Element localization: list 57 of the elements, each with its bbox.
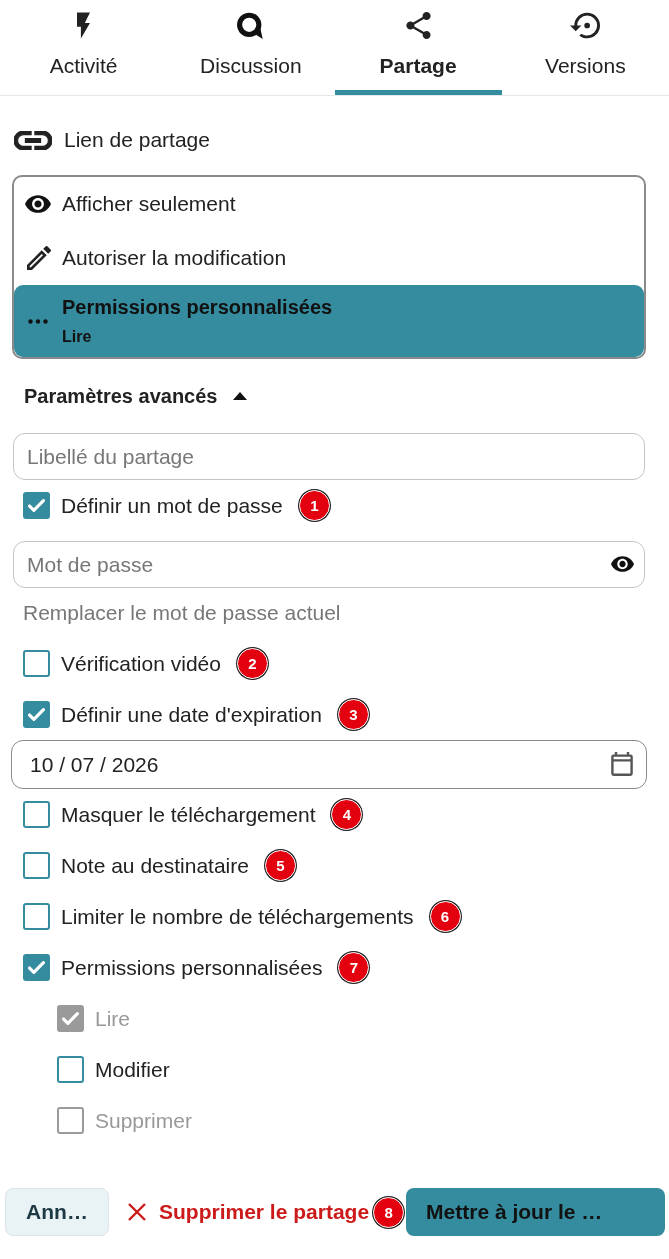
section-title: Lien de partage (64, 128, 210, 152)
checkbox[interactable] (23, 801, 50, 828)
checkbox[interactable] (23, 903, 50, 930)
checkbox[interactable] (57, 1056, 84, 1083)
checkmark-icon (28, 499, 45, 512)
hint-text: Remplacer le mot de passe actuel (23, 601, 341, 625)
checkbox-label: Vérification vidéo (61, 651, 221, 676)
checkbox-label: Définir une date d'expiration (61, 702, 322, 727)
checkmark-icon (28, 708, 45, 721)
tab[interactable]: Versions (501, 0, 669, 95)
delete-share-button[interactable]: Supprimer le partage (128, 1200, 370, 1224)
checkbox[interactable] (23, 954, 50, 981)
checkbox-label: Définir un mot de passe (61, 493, 283, 518)
checkbox[interactable] (23, 701, 50, 728)
tab[interactable]: Discussion (167, 0, 335, 95)
pencil-icon (27, 246, 51, 270)
tab[interactable]: Partage (334, 0, 502, 95)
eye-icon[interactable] (611, 556, 634, 572)
menu-option[interactable]: Autoriser la modification (14, 231, 644, 285)
checkmark-icon (28, 961, 45, 974)
checkmark-icon (62, 1012, 79, 1025)
number-marker: 7 (338, 952, 370, 983)
tab[interactable]: Activité (0, 0, 168, 95)
cancel-button[interactable]: Ann… (5, 1188, 109, 1236)
checkbox[interactable] (23, 650, 50, 677)
checkbox-label: Limiter le nombre de téléchargements (61, 904, 414, 929)
checkbox-label: Supprimer (95, 1108, 192, 1133)
more-icon (28, 318, 48, 324)
update-share-button[interactable]: Mettre à jour le … (406, 1188, 665, 1236)
share-icon (405, 12, 431, 39)
input-field[interactable]: Libellé du partage (13, 433, 645, 480)
checkbox-label: Lire (95, 1006, 131, 1031)
checkbox-label: Masquer le téléchargement (61, 802, 316, 827)
number-marker: 6 (429, 901, 461, 932)
number-marker: 3 (337, 699, 369, 730)
restore-icon (570, 12, 601, 39)
checkbox[interactable] (23, 852, 50, 879)
close-icon (128, 1203, 146, 1221)
menu-option[interactable]: Afficher seulement (14, 177, 644, 231)
checkbox-label: Modifier (95, 1057, 170, 1082)
advanced-settings-toggle[interactable]: Paramètres avancés (0, 376, 248, 416)
calendar-icon[interactable] (611, 752, 633, 776)
number-marker: 2 (236, 648, 268, 679)
link-icon (14, 130, 52, 150)
lightning-icon (77, 12, 91, 39)
number-marker: 1 (298, 490, 330, 521)
checkbox-label: Permissions personnalisées (61, 955, 323, 980)
checkbox-label: Note au destinataire (61, 853, 249, 878)
speech-bubble-icon (237, 12, 265, 39)
number-marker: 5 (264, 850, 296, 881)
password-field[interactable]: Mot de passe (13, 541, 645, 588)
menu-option[interactable]: Permissions personnalisées Lire (14, 285, 644, 357)
number-marker: 8 (373, 1196, 405, 1228)
date-field[interactable]: 10 / 07 / 2026 (11, 740, 647, 789)
eye-icon (25, 195, 51, 213)
number-marker: 4 (331, 799, 363, 830)
checkbox[interactable] (23, 492, 50, 519)
